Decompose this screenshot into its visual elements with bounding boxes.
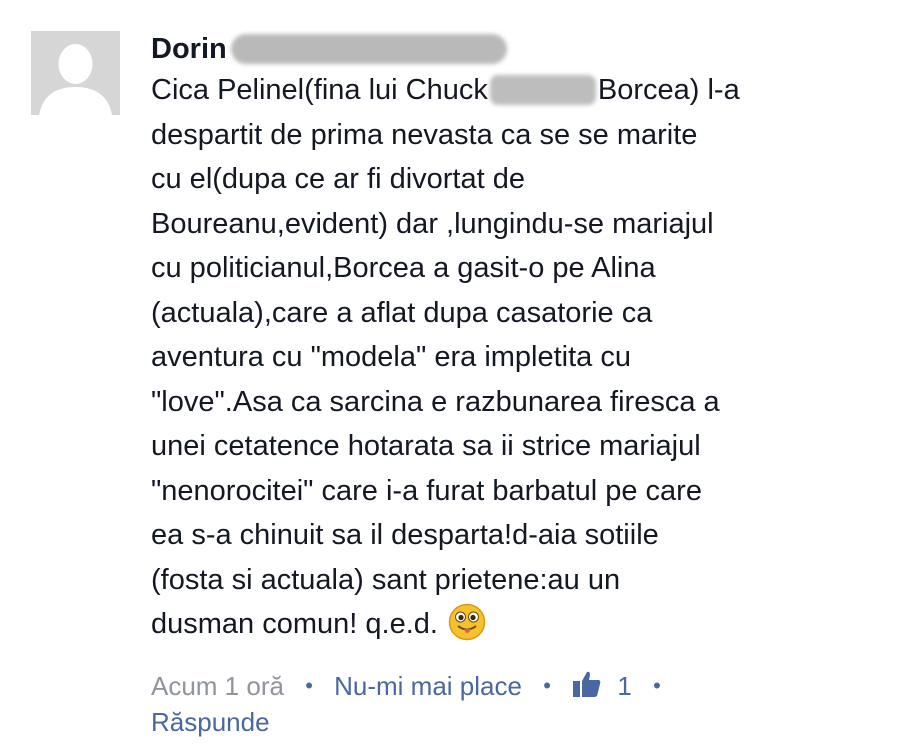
comment-text: Cica Pelinel(fina lui Chuck Borcea) l-a d… — [151, 68, 891, 647]
like-icon[interactable] — [572, 670, 602, 698]
unlike-button[interactable]: Nu-mi mai place — [334, 671, 522, 701]
comment-line: ea s-a chinuit sa il desparta!d-aia soti… — [151, 519, 659, 551]
comment-line: cu politicianul,Borcea a gasit-o pe Alin… — [151, 252, 656, 284]
comment-header: Dorin — [151, 28, 891, 70]
comment-line: (actuala),care a aflat dupa casatorie ca — [151, 296, 653, 329]
comment-line: Cica Pelinel(fina lui Chuck Borcea) l-a — [151, 74, 740, 106]
avatar[interactable] — [31, 31, 120, 115]
author-name[interactable]: Dorin — [151, 33, 227, 66]
redacted-surname — [230, 34, 507, 64]
comment-time[interactable]: Acum 1 oră — [151, 671, 284, 701]
comment-body: Dorin Cica Pelinel(fina lui Chuck Borcea)… — [151, 28, 891, 647]
comment-line: despartit de prima nevasta ca se se mari… — [151, 118, 698, 151]
comment-line: cu el(dupa ce ar fi divortat de — [151, 163, 525, 195]
separator: • — [653, 673, 661, 698]
separator: • — [305, 673, 313, 698]
redacted-name — [489, 75, 596, 105]
comment-meta: Acum 1 oră • Nu-mi mai place • 1 • Răspu… — [151, 668, 675, 740]
separator: • — [543, 673, 551, 698]
comment-line: "nenorocitei" care i-a furat barbatul pe… — [151, 474, 702, 507]
winking-tongue-emoji-icon — [448, 603, 486, 641]
like-count[interactable]: 1 — [617, 671, 631, 701]
meta-row: Acum 1 oră • Nu-mi mai place • 1 • — [151, 668, 675, 704]
comment-line: (fosta si actuala) sant prietene:au un — [151, 563, 621, 596]
reply-row: Răspunde — [151, 704, 675, 740]
comment-line: Boureanu,evident) dar ,lungindu-se maria… — [151, 207, 714, 240]
comment-line: unei cetatence hotarata sa ii strice mar… — [151, 430, 701, 462]
reply-button[interactable]: Răspunde — [151, 707, 270, 737]
comment-line: aventura cu "modela" era impletita cu — [151, 341, 632, 373]
comment-line: "love".Asa ca sarcina e razbunarea fires… — [151, 385, 720, 418]
comment-line: dusman comun! q.e.d. — [151, 602, 891, 647]
default-profile-icon — [31, 31, 120, 115]
